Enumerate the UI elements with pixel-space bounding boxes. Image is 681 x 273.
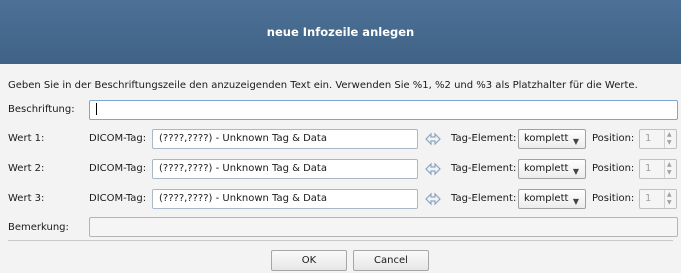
value3-element-label: Tag-Element: bbox=[451, 193, 517, 204]
chevron-down-icon: ▼ bbox=[572, 167, 579, 176]
value3-position-label: Position: bbox=[592, 193, 635, 204]
spin-up-icon[interactable]: ▲ bbox=[667, 192, 672, 198]
spin-up-icon[interactable]: ▲ bbox=[667, 162, 672, 168]
value1-dicom-label: DICOM-Tag: bbox=[89, 133, 147, 144]
dialog: neue Infozeile anlegen Geben Sie in der … bbox=[0, 0, 681, 273]
value3-position-value: 1 bbox=[645, 193, 652, 204]
footer-separator bbox=[8, 240, 673, 241]
value3-dicom-label: DICOM-Tag: bbox=[89, 193, 147, 204]
spin-down-icon[interactable]: ▼ bbox=[667, 200, 672, 206]
value2-position-value: 1 bbox=[645, 163, 652, 174]
value3-element-combo[interactable]: komplett ▼ bbox=[518, 189, 586, 209]
value2-position-label: Position: bbox=[592, 163, 635, 174]
value2-element-value: komplett bbox=[524, 163, 569, 174]
swap-arrows-icon[interactable] bbox=[423, 189, 443, 209]
spinner-buttons[interactable]: ▲ ▼ bbox=[664, 160, 676, 178]
swap-arrows-icon[interactable] bbox=[423, 129, 443, 149]
chevron-down-icon: ▼ bbox=[572, 197, 579, 206]
value2-dicom-label: DICOM-Tag: bbox=[89, 163, 147, 174]
value2-dicom-tag-field[interactable]: (????,????) - Unknown Tag & Data bbox=[152, 159, 418, 179]
instruction-text: Geben Sie in der Beschriftungszeile den … bbox=[8, 80, 638, 91]
spin-down-icon[interactable]: ▼ bbox=[667, 170, 672, 176]
spin-down-icon[interactable]: ▼ bbox=[667, 140, 672, 146]
text-caret bbox=[96, 103, 97, 115]
swap-arrows-icon[interactable] bbox=[423, 159, 443, 179]
chevron-down-icon: ▼ bbox=[572, 137, 579, 146]
value2-element-combo[interactable]: komplett ▼ bbox=[518, 159, 586, 179]
value2-position-spinner[interactable]: 1 ▲ ▼ bbox=[639, 159, 677, 179]
value2-label: Wert 2: bbox=[8, 163, 45, 174]
value1-element-combo[interactable]: komplett ▼ bbox=[518, 129, 586, 149]
value1-position-value: 1 bbox=[645, 133, 652, 144]
value1-element-value: komplett bbox=[524, 133, 569, 144]
caption-input[interactable] bbox=[89, 100, 678, 120]
value1-position-spinner[interactable]: 1 ▲ ▼ bbox=[639, 129, 677, 149]
value3-dicom-tag-field[interactable]: (????,????) - Unknown Tag & Data bbox=[152, 189, 418, 209]
value1-label: Wert 1: bbox=[8, 133, 45, 144]
dialog-title: neue Infozeile anlegen bbox=[266, 25, 415, 39]
value1-position-label: Position: bbox=[592, 133, 635, 144]
spin-up-icon[interactable]: ▲ bbox=[667, 132, 672, 138]
value3-position-spinner[interactable]: 1 ▲ ▼ bbox=[639, 189, 677, 209]
spinner-buttons[interactable]: ▲ ▼ bbox=[664, 130, 676, 148]
spinner-buttons[interactable]: ▲ ▼ bbox=[664, 190, 676, 208]
remark-input[interactable] bbox=[89, 217, 678, 237]
value3-element-value: komplett bbox=[524, 193, 569, 204]
cancel-button[interactable]: Cancel bbox=[353, 250, 429, 271]
value3-label: Wert 3: bbox=[8, 193, 45, 204]
caption-label: Beschriftung: bbox=[8, 104, 75, 115]
value1-element-label: Tag-Element: bbox=[451, 133, 517, 144]
dialog-titlebar: neue Infozeile anlegen bbox=[0, 0, 681, 64]
remark-label: Bemerkung: bbox=[8, 222, 69, 233]
ok-button[interactable]: OK bbox=[271, 250, 347, 271]
value1-dicom-tag-field[interactable]: (????,????) - Unknown Tag & Data bbox=[152, 129, 418, 149]
value2-element-label: Tag-Element: bbox=[451, 163, 517, 174]
